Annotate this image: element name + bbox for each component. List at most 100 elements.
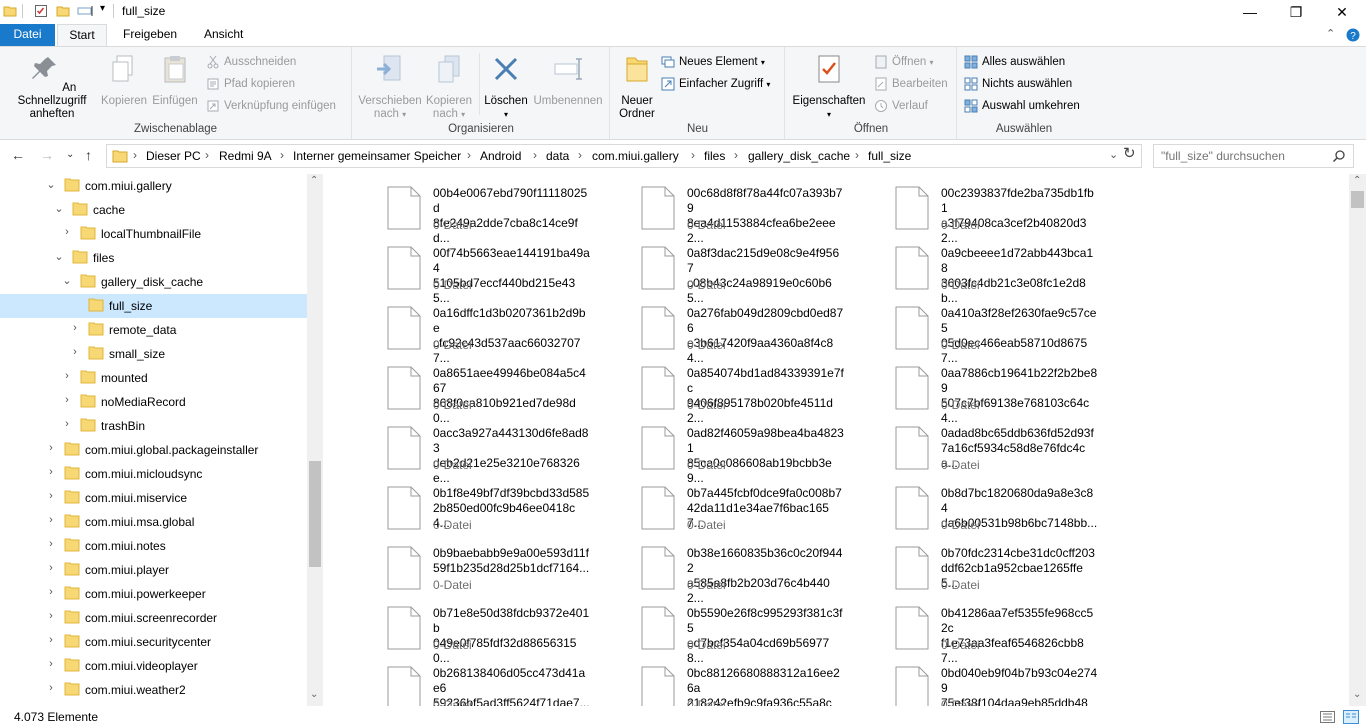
file-tile[interactable]: 0bd040eb9f04b7b93c04e2749 75ef38f104daa9e…: [831, 656, 1097, 706]
tree-item[interactable]: › com.miui.screenrecorder: [0, 606, 307, 630]
move-to-button[interactable]: Verschieben nach ▾: [357, 51, 423, 121]
paste-shortcut-button[interactable]: Verknüpfung einfügen: [204, 97, 336, 115]
breadcrumb-gallery-disk-cache[interactable]: gallery_disk_cache: [748, 149, 850, 163]
up-arrow-icon[interactable]: ↑: [85, 147, 92, 163]
file-tile[interactable]: 0b268138406d05cc473d41ae6 59236bf5ad3ff56…: [323, 656, 590, 706]
easy-access-button[interactable]: Einfacher Zugriff ▾: [659, 75, 770, 93]
file-tile[interactable]: 0b8d7bc1820680da9a8e3c84 da6b00531b98b6bc…: [831, 476, 1097, 532]
copy-button[interactable]: Kopieren: [100, 51, 148, 108]
expand-chevron-icon[interactable]: ›: [46, 610, 56, 622]
expand-chevron-icon[interactable]: ›: [46, 682, 56, 694]
breadcrumb-files[interactable]: files: [704, 149, 725, 163]
rename-quick-icon[interactable]: [77, 4, 95, 18]
new-item-button[interactable]: Neues Element ▾: [659, 53, 765, 71]
expand-chevron-icon[interactable]: ›: [46, 442, 56, 454]
back-arrow-icon[interactable]: ←: [11, 147, 25, 163]
tree-item[interactable]: › localThumbnailFile: [0, 222, 307, 246]
search-input[interactable]: [1161, 148, 1326, 164]
expand-chevron-icon[interactable]: ›: [62, 394, 72, 406]
expand-chevron-icon[interactable]: ›: [70, 322, 80, 334]
file-tile[interactable]: 0b70fdc2314cbe31dc0cff203 ddf62cb1a952cba…: [831, 536, 1095, 592]
tree-item[interactable]: › com.miui.micloudsync: [0, 462, 307, 486]
navigation-scrollbar[interactable]: ⌃ ⌄: [307, 174, 323, 706]
collapse-chevron-icon[interactable]: ⌄: [46, 178, 56, 191]
customize-quick-access-chevron[interactable]: ▾: [100, 3, 105, 14]
content-scrollbar[interactable]: ⌃ ⌄: [1349, 174, 1366, 706]
tree-item[interactable]: › small_size: [0, 342, 307, 366]
file-tile[interactable]: 0a9cbeeee1d72abb443bca18 3603fc4db21c3e08…: [831, 236, 1093, 305]
scroll-up-arrow-icon[interactable]: ⌃: [310, 175, 318, 186]
tab-share[interactable]: Freigeben: [111, 24, 189, 46]
navigation-scroll-thumb[interactable]: [309, 461, 321, 567]
invert-selection-button[interactable]: Auswahl umkehren: [962, 97, 1080, 115]
tree-item[interactable]: › mounted: [0, 366, 307, 390]
rename-button[interactable]: Umbenennen: [531, 51, 605, 108]
tree-item[interactable]: › com.miui.powerkeeper: [0, 582, 307, 606]
file-tile[interactable]: 0a854074bd1ad84339391e7fc 9406f895178b020…: [577, 356, 844, 425]
file-tile[interactable]: 0a276fab049d2809cbd0ed876 e3b617420f9aa43…: [577, 296, 843, 365]
expand-chevron-icon[interactable]: ›: [70, 346, 80, 358]
forward-arrow-icon[interactable]: →: [40, 147, 54, 163]
tree-item[interactable]: › com.miui.msa.global: [0, 510, 307, 534]
expand-chevron-icon[interactable]: ›: [62, 418, 72, 430]
new-folder-button[interactable]: Neuer Ordner: [615, 51, 659, 121]
file-tile[interactable]: 0bc88126680888312a16ee26a 218242efb9c9fa9…: [577, 656, 840, 706]
tree-item[interactable]: › trashBin: [0, 414, 307, 438]
collapse-ribbon-icon[interactable]: ⌃: [1326, 27, 1335, 40]
file-tile[interactable]: 0a8f3dac215d9e08c9e4f9567 c08b43c24a98919…: [577, 236, 839, 305]
tree-item[interactable]: › remote_data: [0, 318, 307, 342]
tree-item[interactable]: › com.miui.player: [0, 558, 307, 582]
tree-item[interactable]: › com.miui.videoplayer: [0, 654, 307, 678]
breadcrumb-full-size[interactable]: full_size: [868, 149, 911, 163]
history-button[interactable]: Verlauf: [872, 97, 928, 115]
tree-item[interactable]: full_size: [0, 294, 307, 318]
search-box[interactable]: [1153, 144, 1354, 168]
copy-path-button[interactable]: Pfad kopieren: [204, 75, 295, 93]
tree-item[interactable]: › com.miui.global.packageinstaller: [0, 438, 307, 462]
properties-button[interactable]: Eigenschaften ▾: [790, 51, 868, 121]
tree-item[interactable]: ⌄ com.miui.gallery: [0, 174, 307, 198]
edit-button[interactable]: Bearbeiten: [872, 75, 948, 93]
select-all-button[interactable]: Alles auswählen: [962, 53, 1065, 71]
expand-chevron-icon[interactable]: ›: [46, 586, 56, 598]
file-tile[interactable]: 0b38e1660835b36c0c20f9442 a585a8fb2b203d7…: [577, 536, 842, 605]
file-tile[interactable]: 0acc3a927a443130d6fe8ad83 deb2d21e25e3210…: [323, 416, 588, 485]
file-tile[interactable]: 0a410a3f28ef2630fae9c57ce5 05d0ec466eab58…: [831, 296, 1096, 365]
expand-chevron-icon[interactable]: ›: [62, 226, 72, 238]
address-bar[interactable]: › Dieser PC › Redmi 9A › Interner gemein…: [106, 144, 1142, 168]
file-tile[interactable]: 0b1f8e49bf7df39bcbd33d585 2b850ed00fc9b46…: [323, 476, 589, 532]
breadcrumb-android[interactable]: Android: [480, 149, 521, 163]
select-none-button[interactable]: Nichts auswählen: [962, 75, 1072, 93]
scroll-up-arrow-icon[interactable]: ⌃: [1353, 175, 1361, 186]
help-icon[interactable]: ?: [1346, 28, 1360, 42]
file-tile[interactable]: 00b4e0067ebd790f11118025d 8fe249a2dde7cba…: [323, 176, 587, 245]
file-tile[interactable]: 00c2393837fde2ba735db1fb1 a3f79408ca3cef2…: [831, 176, 1094, 245]
file-tile[interactable]: 0b5590e26f8c995293f381c3f5 ed7bcf354a04cd…: [577, 596, 842, 665]
close-button[interactable]: ✕: [1319, 0, 1365, 24]
expand-chevron-icon[interactable]: ›: [46, 634, 56, 646]
tree-item[interactable]: › com.miui.miservice: [0, 486, 307, 510]
tree-item[interactable]: › com.miui.securitycenter: [0, 630, 307, 654]
expand-chevron-icon[interactable]: ›: [46, 658, 56, 670]
collapse-chevron-icon[interactable]: ⌄: [62, 274, 72, 287]
expand-chevron-icon[interactable]: ›: [46, 466, 56, 478]
tree-item[interactable]: › com.miui.notes: [0, 534, 307, 558]
expand-chevron-icon[interactable]: ›: [46, 514, 56, 526]
tab-start[interactable]: Start: [57, 24, 107, 47]
delete-button[interactable]: Löschen ▾: [481, 51, 531, 121]
breadcrumb-internal-storage[interactable]: Interner gemeinsamer Speicher: [293, 149, 461, 163]
tree-item[interactable]: ⌄ gallery_disk_cache: [0, 270, 307, 294]
file-tile[interactable]: 0ad82f46059a98bea4ba48231 85ca0c086608ab1…: [577, 416, 844, 485]
new-folder-quick-icon[interactable]: [56, 4, 70, 18]
file-tile[interactable]: 0adad8bc65ddb636fd52d93f 7a16cf5934c58d8e…: [831, 416, 1094, 472]
file-tile[interactable]: 0b9baebabb9e9a00e593d11f 59f1b235d28d25b1…: [323, 536, 589, 592]
expand-chevron-icon[interactable]: ›: [62, 370, 72, 382]
file-tile[interactable]: 0b41286aa7ef5355fe968cc52c f1e73aa3feaf65…: [831, 596, 1093, 665]
pin-quick-access-button[interactable]: An Schnellzugriff anheften: [4, 51, 100, 121]
cut-button[interactable]: Ausschneiden: [204, 53, 296, 71]
refresh-icon[interactable]: ↻: [1123, 144, 1136, 162]
file-tile[interactable]: 0aa7886cb19641b22f2b2be89 507c7bf69138e76…: [831, 356, 1097, 425]
scroll-down-arrow-icon[interactable]: ⌄: [1353, 689, 1361, 700]
collapse-chevron-icon[interactable]: ⌄: [54, 250, 64, 263]
expand-chevron-icon[interactable]: ›: [46, 562, 56, 574]
